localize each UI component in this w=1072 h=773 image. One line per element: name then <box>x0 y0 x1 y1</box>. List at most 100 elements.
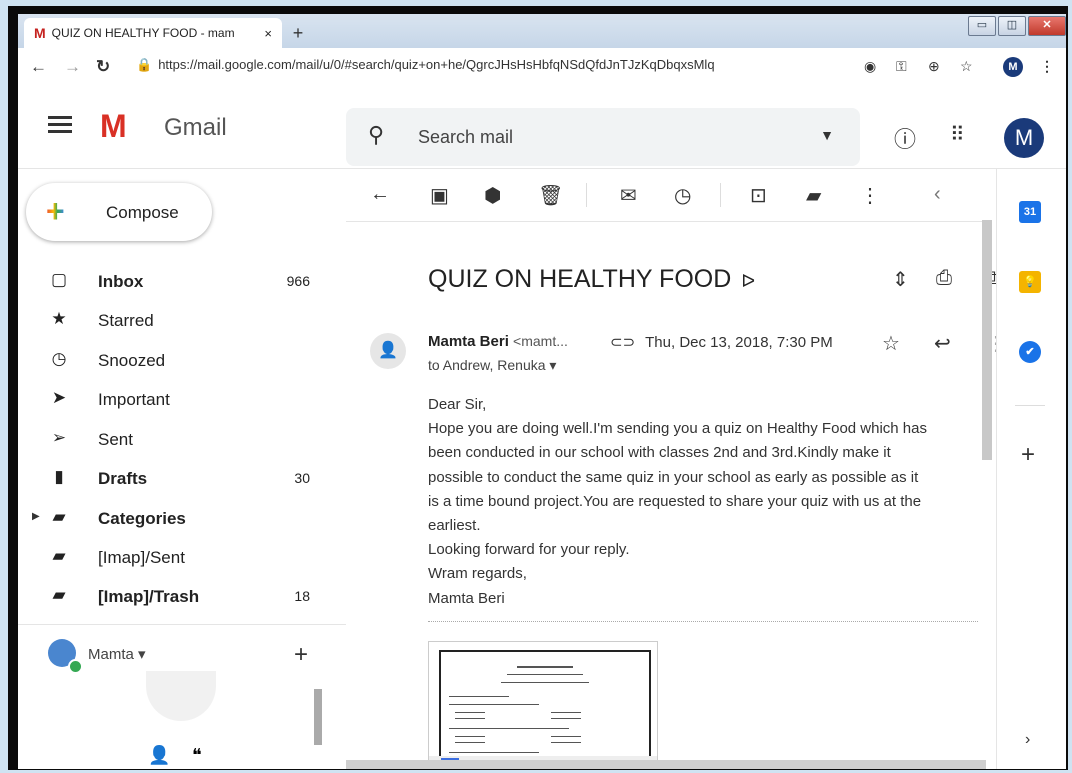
sidebar-item-label: Sent <box>98 430 133 449</box>
maximize-button[interactable]: ◫ <box>998 16 1026 36</box>
back-arrow-icon[interactable]: ← <box>30 57 47 77</box>
tab-close-icon[interactable]: × <box>264 26 272 41</box>
subject-text: QUIZ ON HEALTHY FOOD <box>428 265 732 293</box>
expand-arrow-icon[interactable]: ▶ <box>32 511 40 522</box>
app-name[interactable]: Gmail <box>164 114 227 142</box>
calendar-icon[interactable]: 31 <box>1019 201 1041 223</box>
body-line: Hope you are doing well.I'm sending you … <box>428 420 927 438</box>
sidebar-item-drafts[interactable]: ▮ Drafts 30 <box>18 461 346 497</box>
clock-icon: ◷ <box>51 349 67 368</box>
archive-icon[interactable]: ▣ <box>430 183 449 208</box>
gmail-header: M Gmail ⚲ Search mail ▼ ⓘ ⠿ M <box>18 86 1066 169</box>
back-to-list-icon[interactable]: ← <box>370 183 390 206</box>
snooze-clock-icon[interactable]: ◷ <box>674 183 691 208</box>
important-icon: ➤ <box>51 388 67 407</box>
zoom-icon[interactable]: ⊕ <box>928 58 940 75</box>
body-line: earliest. <box>428 517 481 535</box>
side-panel-divider <box>1015 405 1045 406</box>
get-addons-plus-icon[interactable]: + <box>1021 441 1035 469</box>
expand-all-icon[interactable]: ⇕ <box>892 267 909 292</box>
forward-arrow-icon[interactable]: → <box>64 57 81 77</box>
help-icon[interactable]: ⓘ <box>894 122 916 154</box>
compose-plus-icon: + <box>46 193 65 229</box>
attachment-clip-icon: ⊂⊃ <box>610 334 636 351</box>
search-box[interactable]: ⚲ Search mail ▼ <box>346 108 860 166</box>
message-scrollbar[interactable] <box>982 220 992 460</box>
contacts-person-icon[interactable]: 👤 <box>148 745 170 766</box>
apps-grid-icon[interactable]: ⠿ <box>950 122 965 147</box>
date-text: Thu, Dec 13, 2018, 7:30 PM <box>645 334 833 351</box>
browser-menu-icon[interactable]: ⋮ <box>1040 58 1054 75</box>
toolbar-divider <box>720 183 721 207</box>
move-to-icon[interactable]: ⊡ <box>750 183 767 208</box>
chat-bubble-illustration <box>146 671 216 721</box>
sidebar-item-imap-trash[interactable]: ▰ [Imap]/Trash 18 <box>18 579 346 615</box>
show-side-panel-chevron-icon[interactable]: › <box>1025 731 1030 749</box>
recipients-line[interactable]: to Andrew, Renuka ▾ <box>428 357 556 374</box>
more-options-icon[interactable]: ⋮ <box>860 183 880 208</box>
sidebar-item-snoozed[interactable]: ◷ Snoozed <box>18 343 346 379</box>
search-icon[interactable]: ⚲ <box>368 122 384 148</box>
keep-bulb-icon[interactable]: 💡 <box>1019 271 1041 293</box>
url-field[interactable]: 🔒 https://mail.google.com/mail/u/0/#searc… <box>136 57 715 73</box>
browser-window: M QUIZ ON HEALTHY FOOD - mam × + ▭ ◫ ✕ ←… <box>18 14 1066 769</box>
sidebar-item-sent[interactable]: ➢ Sent <box>18 422 346 458</box>
new-tab-button[interactable]: + <box>286 22 310 44</box>
sidebar-item-categories[interactable]: ▶ ▰ Categories <box>18 501 346 537</box>
hangouts-user-name[interactable]: Mamta ▾ <box>88 645 146 663</box>
message-body: Dear Sir, Hope you are doing well.I'm se… <box>428 393 978 611</box>
reply-icon[interactable]: ↩ <box>934 331 951 356</box>
eye-icon[interactable]: ◉ <box>864 58 876 75</box>
account-avatar[interactable]: M <box>1004 118 1044 158</box>
browser-tab[interactable]: M QUIZ ON HEALTHY FOOD - mam × <box>24 18 282 48</box>
sidebar-item-important[interactable]: ➤ Important <box>18 382 346 418</box>
print-icon[interactable]: ⎙ <box>936 267 952 290</box>
attachment-thumbnail[interactable] <box>428 641 658 769</box>
new-chat-plus-icon[interactable]: + <box>294 641 308 669</box>
sender-line[interactable]: Mamta Beri <mamt... <box>428 333 568 350</box>
important-marker-icon[interactable]: ᐅ <box>741 271 755 291</box>
mark-unread-icon[interactable]: ✉ <box>620 183 637 208</box>
recipients-caret-icon[interactable]: ▾ <box>549 357 556 373</box>
sidebar-item-inbox[interactable]: ▢ Inbox 966 <box>18 264 346 300</box>
body-line: Dear Sir, <box>428 396 487 413</box>
main-menu-icon[interactable] <box>48 112 72 137</box>
report-spam-icon[interactable]: ⬢ <box>484 183 501 208</box>
body-line: is a time bound project.You are requeste… <box>428 492 922 510</box>
draft-icon: ▮ <box>54 467 64 486</box>
reload-icon[interactable]: ↻ <box>96 57 110 77</box>
sidebar-item-imap-sent[interactable]: ▰ [Imap]/Sent <box>18 540 346 576</box>
hangouts-scrollbar[interactable] <box>314 689 322 745</box>
search-options-caret-icon[interactable]: ▼ <box>820 127 834 143</box>
search-input[interactable]: Search mail <box>418 127 513 148</box>
document-preview <box>439 650 651 769</box>
hangouts-panel: Mamta ▾ + 👤 ❝ <box>18 624 346 769</box>
gmail-favicon-icon: M <box>34 25 46 41</box>
recipients-text: to Andrew, Renuka <box>428 357 546 373</box>
minimize-button[interactable]: ▭ <box>968 16 996 36</box>
toolbar-divider <box>586 183 587 207</box>
delete-trash-icon[interactable]: 🗑 <box>538 183 563 208</box>
inbox-icon: ▢ <box>50 270 68 289</box>
bookmark-star-icon[interactable]: ☆ <box>960 58 973 75</box>
tasks-check-icon[interactable]: ✔ <box>1019 341 1041 363</box>
sender-email: <mamt... <box>513 333 568 349</box>
star-message-icon[interactable]: ☆ <box>882 331 900 356</box>
tab-strip: M QUIZ ON HEALTHY FOOD - mam × + ▭ ◫ ✕ <box>18 14 1066 48</box>
gmail-logo-icon[interactable]: M <box>100 108 127 145</box>
compose-button[interactable]: + Compose <box>26 183 212 241</box>
horizontal-scrollbar[interactable] <box>346 760 986 769</box>
sidebar-item-starred[interactable]: ★ Starred <box>18 303 346 339</box>
sender-avatar[interactable]: 👤 <box>370 333 406 369</box>
close-window-button[interactable]: ✕ <box>1028 16 1066 36</box>
body-line: been conducted in our school with classe… <box>428 444 891 462</box>
sidebar-item-count: 18 <box>294 588 310 604</box>
older-chevron-icon[interactable]: ‹ <box>934 183 941 206</box>
labels-icon[interactable]: ▰ <box>806 183 821 208</box>
tab-title: QUIZ ON HEALTHY FOOD - mam <box>51 26 235 40</box>
key-icon[interactable]: ⚿ <box>896 58 907 75</box>
sidebar-item-label: Categories <box>98 509 186 528</box>
body-line: Wram regards, <box>428 565 527 583</box>
hangouts-quote-icon[interactable]: ❝ <box>192 745 202 766</box>
browser-profile-avatar[interactable]: M <box>1003 57 1023 77</box>
